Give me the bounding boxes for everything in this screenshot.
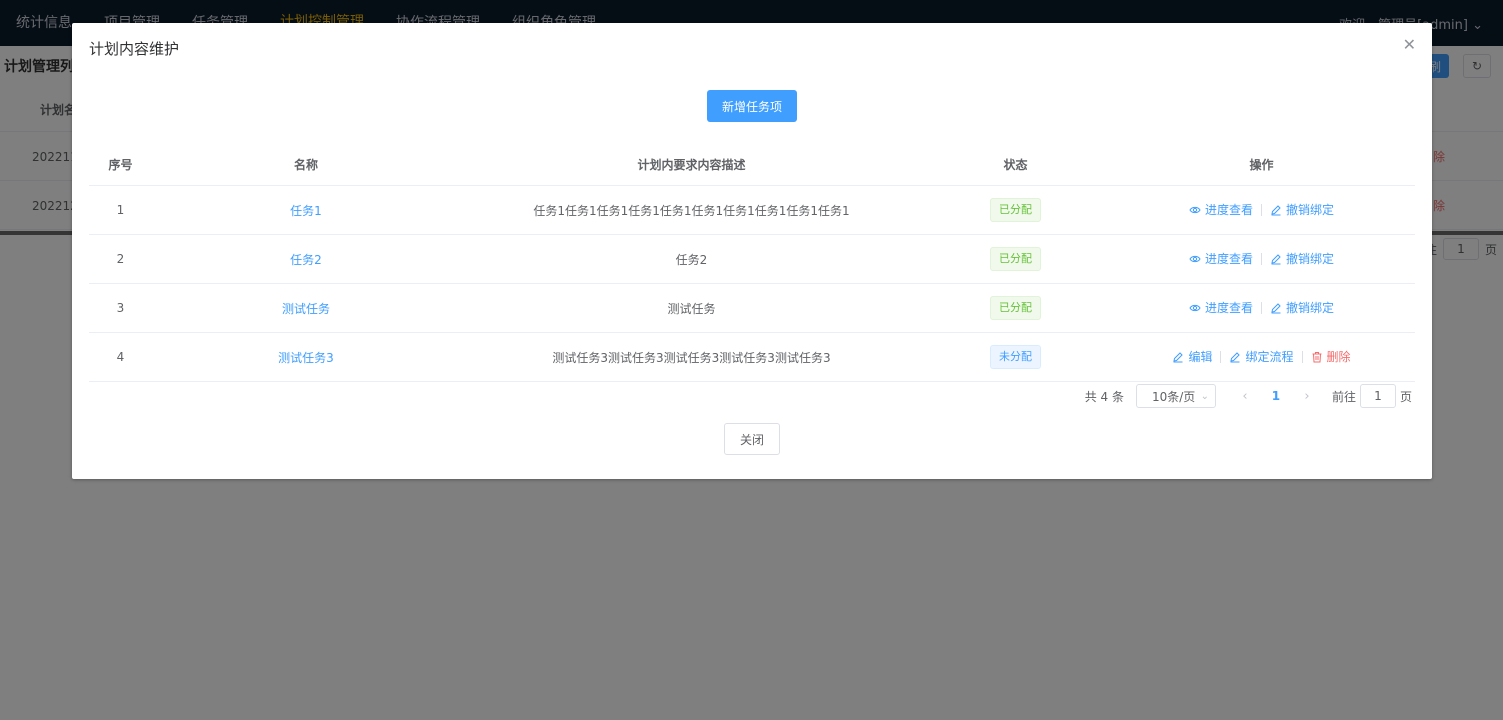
status-badge: 已分配 — [990, 247, 1041, 271]
eye-icon — [1189, 302, 1201, 314]
edit-icon — [1270, 204, 1282, 216]
action-divider — [1301, 350, 1303, 363]
row-actions: 进度查看 撤销绑定 — [1189, 201, 1334, 218]
pagination: 共 4 条 10条/页 ⌄ ‹ 1 › 前往 1 页 — [1084, 384, 1412, 408]
close-icon[interactable]: ✕ — [1403, 37, 1416, 53]
eye-icon — [1189, 204, 1201, 216]
chevron-left-icon[interactable]: ‹ — [1230, 389, 1260, 404]
table-row: 3 测试任务 测试任务 已分配 进度查看 撤销绑定 — [89, 284, 1415, 333]
trash-icon — [1311, 351, 1323, 363]
page-number[interactable]: 1 — [1260, 389, 1292, 403]
action-divider — [1261, 252, 1262, 265]
page-size-value: 10条/页 — [1151, 389, 1196, 404]
task-name-link[interactable]: 测试任务 — [282, 302, 330, 316]
row-index: 3 — [116, 301, 125, 315]
row-index: 1 — [116, 203, 125, 217]
unbind-button[interactable]: 撤销绑定 — [1270, 299, 1334, 316]
view-progress-button[interactable]: 进度查看 — [1189, 201, 1253, 218]
edit-icon — [1270, 253, 1282, 265]
task-description: 测试任务 — [667, 301, 716, 316]
table-header: 序号 名称 计划内要求内容描述 状态 操作 — [89, 143, 1415, 186]
table-row: 1 任务1 任务1任务1任务1任务1任务1任务1任务1任务1任务1任务1 已分配… — [89, 186, 1415, 235]
plan-content-dialog: 计划内容维护 ✕ 新增任务项 序号 名称 计划内要求内容描述 状态 操作 1 任… — [72, 23, 1432, 479]
bind-workflow-label: 绑定流程 — [1245, 350, 1294, 365]
goto-label: 前往 — [1331, 389, 1356, 404]
unbind-button[interactable]: 撤销绑定 — [1270, 250, 1334, 267]
delete-label: 删除 — [1326, 350, 1351, 365]
view-progress-label: 进度查看 — [1204, 203, 1253, 218]
task-name-link[interactable]: 测试任务3 — [278, 351, 334, 365]
page-size-select[interactable]: 10条/页 ⌄ — [1135, 384, 1216, 408]
table-row: 4 测试任务3 测试任务3测试任务3测试任务3测试任务3测试任务3 未分配 编辑… — [89, 333, 1415, 382]
action-divider — [1261, 203, 1262, 216]
edit-icon — [1270, 302, 1282, 314]
task-name-link[interactable]: 任务1 — [290, 204, 322, 218]
task-description: 任务2 — [675, 252, 708, 267]
edit-icon — [1229, 351, 1241, 363]
unbind-label: 撤销绑定 — [1286, 203, 1335, 218]
status-badge: 已分配 — [990, 296, 1041, 320]
dialog-title: 计划内容维护 — [89, 40, 180, 58]
column-description: 计划内要求内容描述 — [637, 157, 746, 172]
column-actions: 操作 — [1249, 157, 1274, 172]
chevron-down-icon: ⌄ — [1200, 390, 1209, 402]
goto-page-input[interactable]: 1 — [1359, 384, 1396, 408]
row-actions: 进度查看 撤销绑定 — [1189, 250, 1334, 267]
task-table: 序号 名称 计划内要求内容描述 状态 操作 1 任务1 任务1任务1任务1任务1… — [89, 143, 1415, 382]
action-divider — [1261, 301, 1262, 314]
edit-icon — [1172, 351, 1184, 363]
eye-icon — [1189, 253, 1201, 265]
view-progress-label: 进度查看 — [1204, 252, 1253, 267]
column-name: 名称 — [293, 157, 318, 172]
column-index: 序号 — [108, 157, 133, 172]
delete-button[interactable]: 删除 — [1311, 348, 1351, 365]
edit-button[interactable]: 编辑 — [1172, 348, 1212, 365]
unbind-label: 撤销绑定 — [1286, 301, 1335, 316]
edit-label: 编辑 — [1188, 350, 1213, 365]
row-index: 4 — [116, 350, 125, 364]
row-index: 2 — [116, 252, 125, 266]
status-badge: 未分配 — [990, 345, 1041, 369]
goto-suffix: 页 — [1399, 389, 1412, 404]
view-progress-button[interactable]: 进度查看 — [1189, 250, 1253, 267]
view-progress-label: 进度查看 — [1204, 301, 1253, 316]
view-progress-button[interactable]: 进度查看 — [1189, 299, 1253, 316]
task-description: 测试任务3测试任务3测试任务3测试任务3测试任务3 — [552, 350, 831, 365]
unbind-label: 撤销绑定 — [1286, 252, 1335, 267]
row-actions: 编辑 绑定流程 删除 — [1172, 348, 1351, 365]
column-status: 状态 — [1003, 157, 1028, 172]
unbind-button[interactable]: 撤销绑定 — [1270, 201, 1334, 218]
row-actions: 进度查看 撤销绑定 — [1189, 299, 1334, 316]
task-description: 任务1任务1任务1任务1任务1任务1任务1任务1任务1任务1 — [533, 203, 850, 218]
add-task-button[interactable]: 新增任务项 — [707, 90, 797, 122]
pagination-total: 共 4 条 — [1084, 389, 1124, 404]
bind-workflow-button[interactable]: 绑定流程 — [1229, 348, 1294, 365]
action-divider — [1220, 350, 1222, 363]
close-button[interactable]: 关闭 — [724, 423, 780, 455]
status-badge: 已分配 — [990, 198, 1041, 222]
chevron-right-icon[interactable]: › — [1292, 389, 1322, 404]
task-name-link[interactable]: 任务2 — [290, 253, 322, 267]
table-row: 2 任务2 任务2 已分配 进度查看 撤销绑定 — [89, 235, 1415, 284]
